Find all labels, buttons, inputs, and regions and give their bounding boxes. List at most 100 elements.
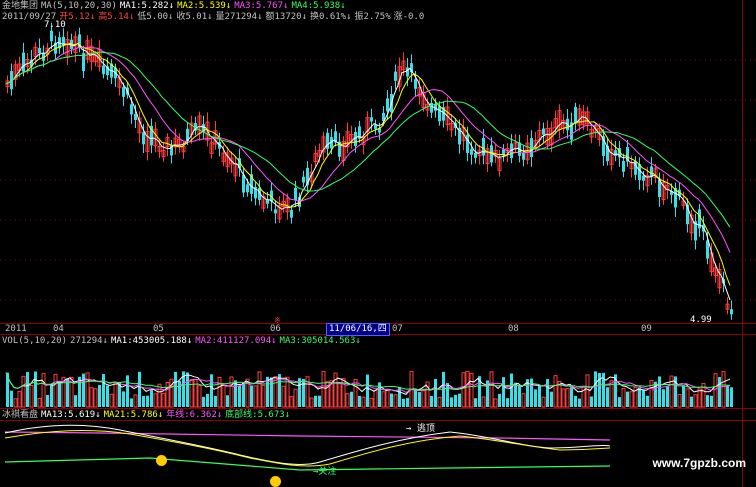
volume-bar [133,394,138,408]
volume-bar [385,389,390,408]
volume-bar [682,385,685,407]
volume-bar [721,371,726,408]
time-axis-label: 06 [270,324,281,334]
volume-bar [373,389,378,408]
volume-bar [10,390,13,407]
volume-bar [638,387,641,407]
volume-bar [414,388,417,407]
volume-bar [321,370,326,408]
volume-bar [206,393,209,407]
volume-bar [122,391,125,407]
volume-bar [186,372,189,407]
volume-bar [214,395,217,407]
candle-body [370,117,373,122]
volume-bar [270,377,273,407]
volume-bar [629,391,634,408]
volume-bar [109,393,114,408]
volume-bar [585,374,590,408]
header-field: MA3:305014.563↓ [279,336,361,346]
volume-bar [229,376,234,408]
volume-bar [646,395,649,407]
volume-bar [706,395,709,407]
volume-bar [465,370,470,408]
volume-bar [333,372,338,408]
ma2-line [5,42,731,286]
volume-bar [393,394,398,408]
volume-bar [53,373,58,408]
volume-bar [93,388,98,408]
volume-bar [474,398,477,407]
volume-bar [565,388,570,408]
watch-label: →关注 [313,467,337,477]
volume-bar [430,395,433,407]
volume-bar [350,391,353,407]
volume-bar [37,397,42,408]
volume-bar [434,378,437,407]
volume-bar [13,398,18,408]
volume-bar [713,373,718,408]
panel-separator [0,408,756,409]
stock-chart-window[interactable]: 金地集团 MA(5,10,20,30) MA1:5.282↓ MA2:5.539↓ MA… [0,0,756,487]
volume-bar [253,385,258,408]
indicator-header: 冰祺看盘 MA13:5.619↓ MA21:5.786↓ 年线:6.362↓ 底部线:5… [2,410,293,421]
time-axis-label: 07 [392,324,403,334]
volume-bar [318,395,321,407]
candle-body [642,175,645,181]
volume-bar [730,387,733,407]
volume-bar [113,381,118,408]
volume-bar [369,397,374,408]
candle-body [242,174,245,193]
volume-bar [82,373,85,407]
header-field: MA13:5.619↓ [41,410,101,420]
volume-bar [621,388,626,408]
volume-bar [358,395,361,407]
volume-bar [710,395,713,407]
volume-bar [518,385,521,407]
candle-body [290,209,293,218]
header-field: 冰祺看盘 [2,410,39,420]
candle-body [730,309,733,315]
volume-bar [41,373,46,408]
volume-bar [293,388,298,408]
volume-bar [693,394,698,408]
volume-bar [366,374,369,407]
volume-bar [226,395,229,407]
volume-bar [202,396,205,407]
candle-body [466,134,469,153]
volume-bar [257,371,262,408]
volume-bar [506,398,509,407]
volume-bar [590,396,593,407]
right-border [742,0,743,487]
volume-bar [85,372,90,408]
volume-bar [502,377,505,407]
header-field: VOL(5,10,20) [2,336,68,346]
volume-bar [273,376,278,408]
volume-bar [106,385,109,407]
candle-body [102,65,105,75]
price-moving-averages [5,41,731,301]
volume-bar [197,385,202,408]
volume-bar [606,387,609,407]
header-field: MA1:453005.188↓ [110,336,193,346]
volume-bar [146,395,149,407]
volume-bar [345,393,350,408]
volume-bar [498,393,501,407]
volume-bar [489,371,494,408]
candle-body [142,132,145,145]
volume-bar [193,378,198,408]
annual-line [4,431,611,441]
candle-body [22,52,25,72]
volume-bar [461,372,466,408]
time-axis-label: 08 [508,324,519,334]
volume-bar [690,396,693,407]
volume-bar [17,390,22,408]
volume-bar [161,392,166,408]
volume-bar [29,384,34,408]
time-axis-label: 09 [641,324,652,334]
candle-body [482,137,485,156]
candle-body [438,106,441,122]
volume-bar [314,395,317,407]
candle-body [326,132,329,149]
volume-bar [718,377,721,407]
volume-bar [421,390,426,408]
